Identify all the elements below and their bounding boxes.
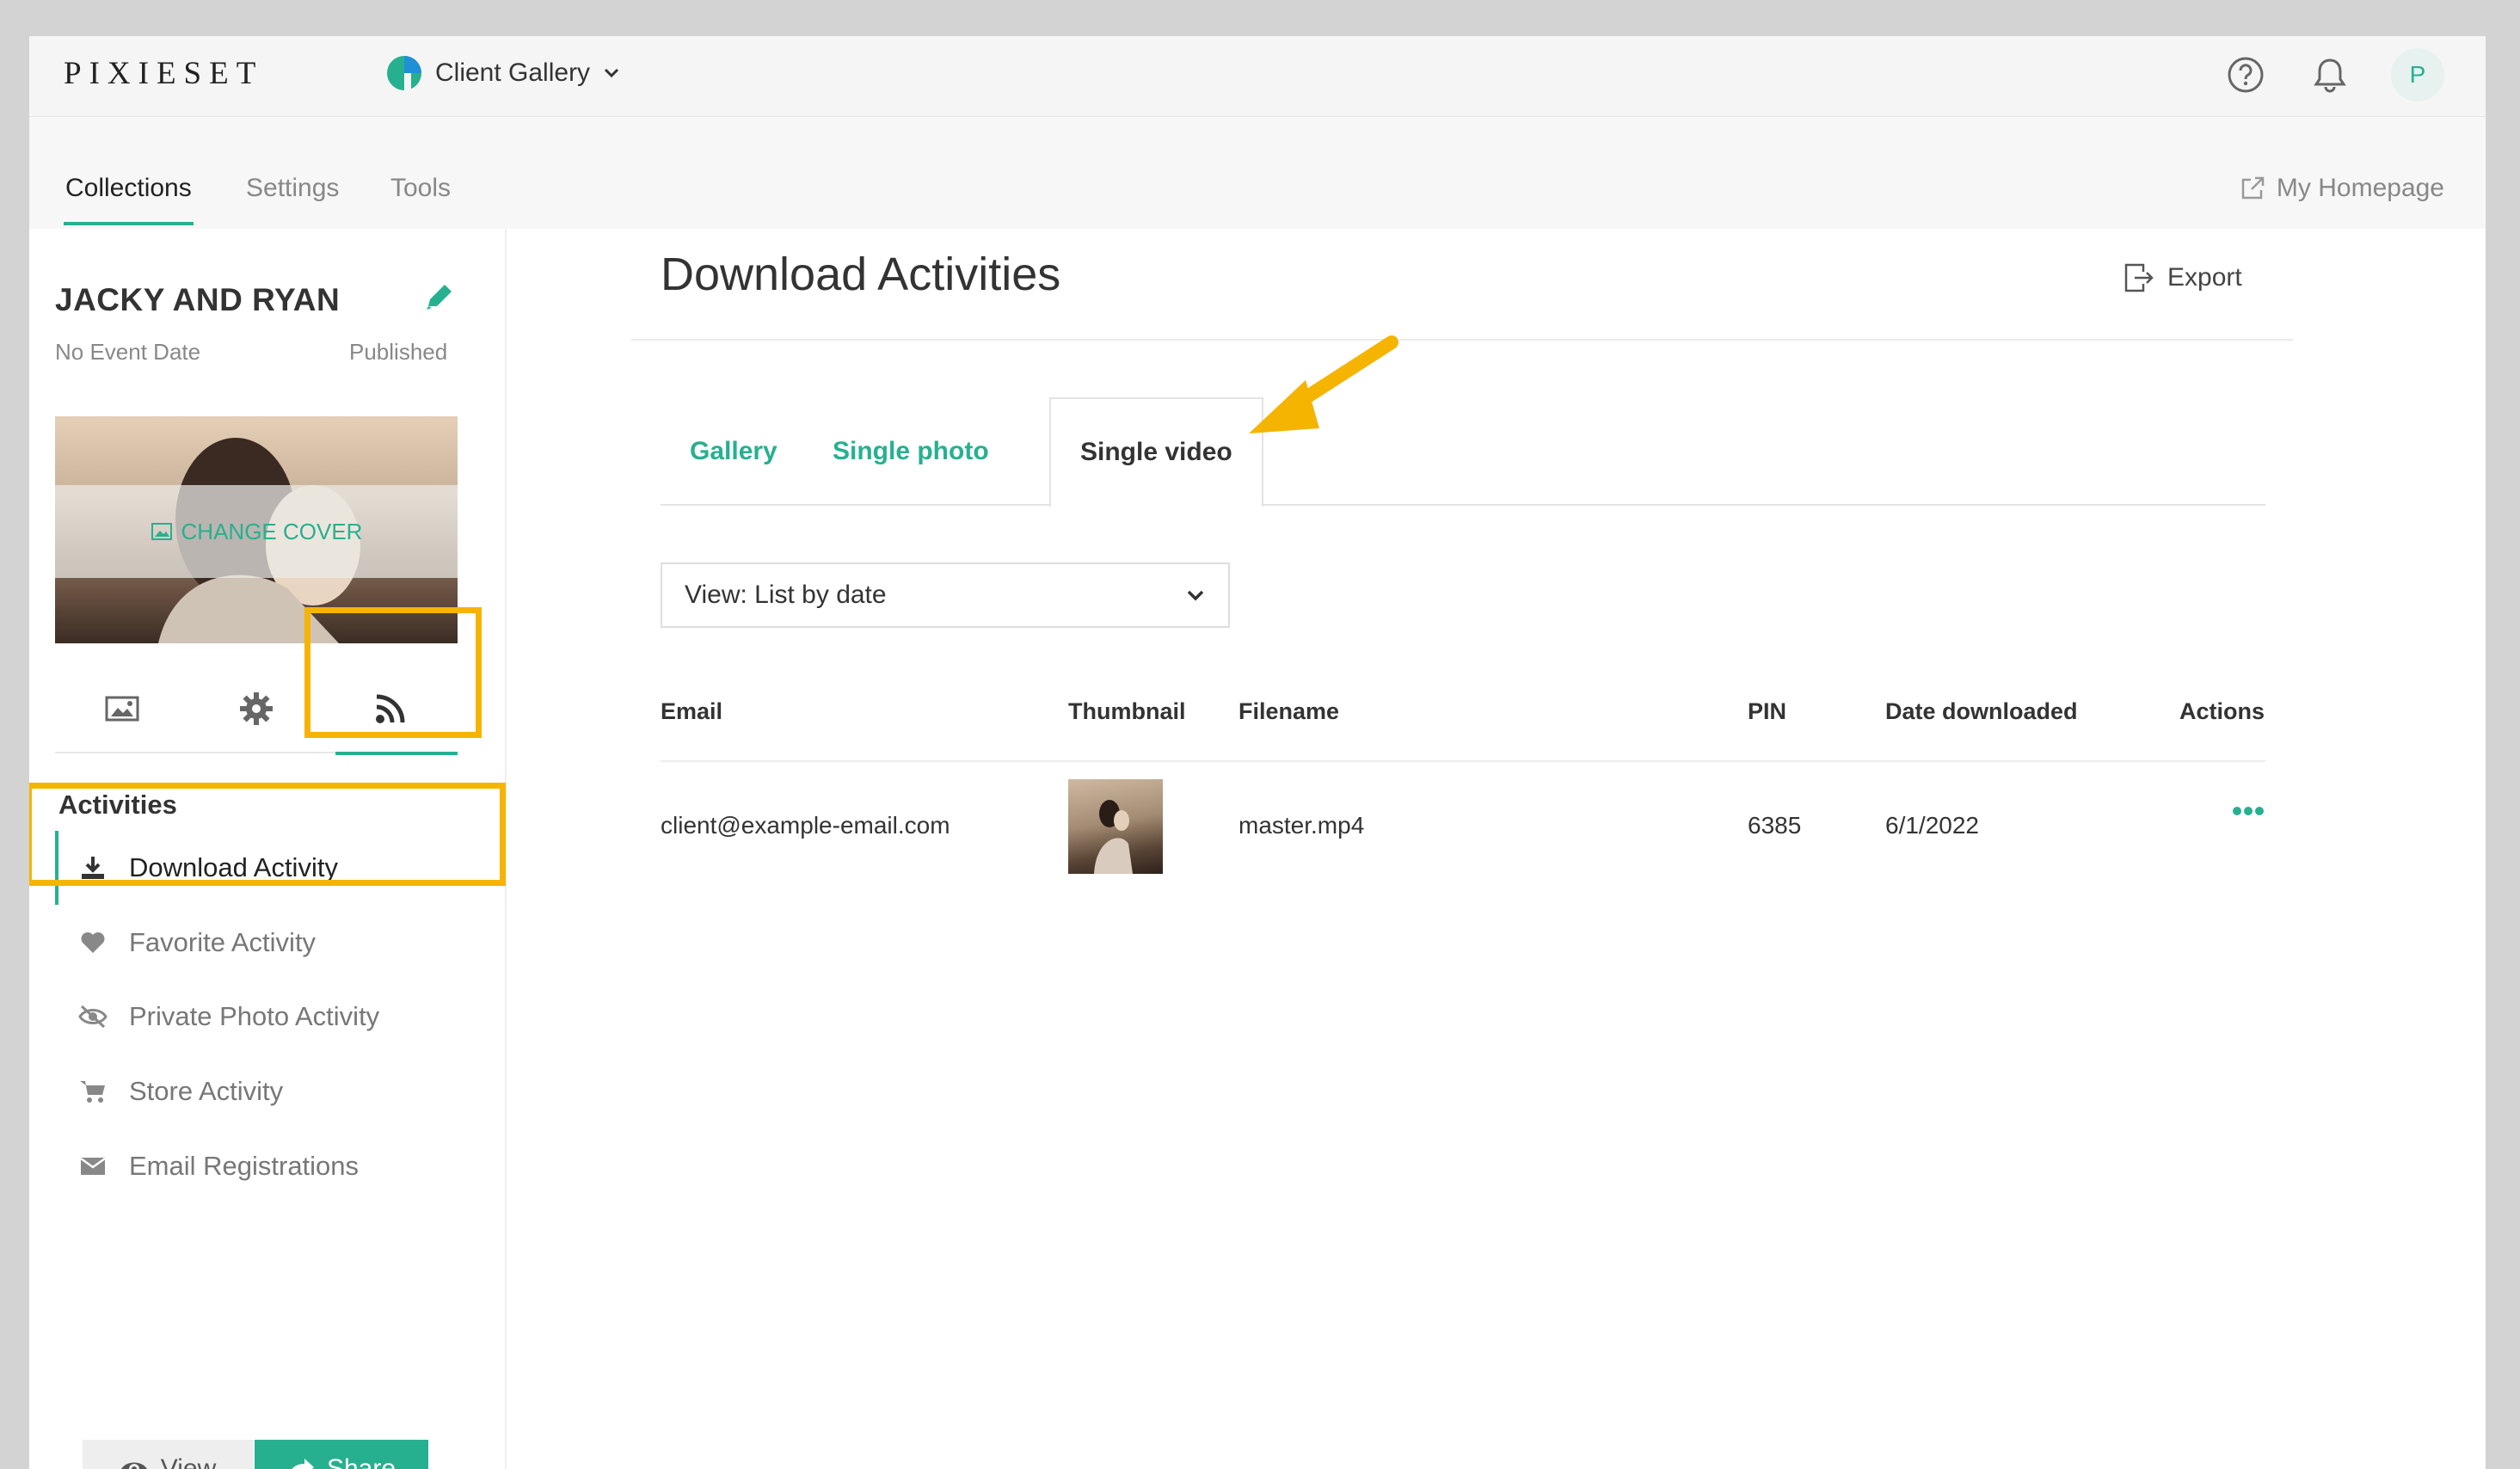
user-avatar[interactable]: P: [2391, 48, 2444, 101]
sidebar-item-label: Email Registrations: [129, 1151, 360, 1181]
top-icons: P: [2222, 48, 2444, 101]
sidebar-item-label: Download Activity: [129, 852, 338, 882]
my-homepage-label: My Homepage: [2276, 174, 2444, 202]
help-button[interactable]: [2222, 52, 2269, 98]
main-nav: Collections Settings Tools My Homepage: [29, 117, 2486, 229]
sidebar-item-label: Private Photo Activity: [129, 1001, 380, 1031]
app-window: PIXIESET Client Gallery P Collections Se…: [29, 36, 2486, 1469]
pencil-icon: [427, 285, 452, 310]
tab-gallery[interactable]: Gallery: [690, 397, 778, 506]
tab-single-video[interactable]: Single video: [1049, 397, 1263, 507]
export-label: Export: [2167, 263, 2242, 292]
cart-icon: [77, 1079, 108, 1104]
view-select[interactable]: View: List by date: [661, 562, 1230, 628]
app-switcher[interactable]: Client Gallery: [385, 52, 621, 95]
help-icon: [2228, 57, 2264, 93]
eye-slash-icon: [77, 1005, 108, 1029]
tab-settings[interactable]: Settings: [246, 174, 339, 203]
col-header-date-downloaded: Date downloaded: [1885, 698, 2078, 724]
publish-status: Published: [349, 339, 448, 365]
col-header-thumbnail: Thumbnail: [1068, 698, 1186, 724]
change-cover-button[interactable]: CHANGE COVER: [55, 485, 458, 578]
sidebar-item-favorite-activity[interactable]: Favorite Activity: [55, 906, 502, 980]
rss-icon: [376, 694, 405, 723]
export-icon: [2124, 263, 2154, 292]
view-button[interactable]: View: [83, 1440, 253, 1469]
heart-icon: [77, 931, 108, 955]
export-button[interactable]: Export: [2123, 261, 2242, 294]
eye-icon: [120, 1462, 147, 1469]
sidebar-item-label: Favorite Activity: [129, 927, 317, 957]
row-email: client@example-email.com: [661, 812, 950, 839]
external-link-icon: [2241, 176, 2265, 200]
sidebar-tab-activities[interactable]: [323, 664, 458, 755]
more-dots-icon: [2233, 807, 2264, 815]
sidebar-item-store-activity[interactable]: Store Activity: [55, 1054, 502, 1128]
row-actions-button[interactable]: [2233, 805, 2264, 821]
table-header-divider: [661, 760, 2265, 762]
tab-tools[interactable]: Tools: [390, 174, 451, 203]
share-button-label: Share: [326, 1454, 396, 1469]
tab-single-photo[interactable]: Single photo: [833, 397, 989, 506]
collection-title: JACKY AND RYAN: [55, 282, 341, 317]
collection-sidebar: JACKY AND RYAN No Event Date Published C…: [29, 229, 507, 1469]
notifications-button[interactable]: [2307, 52, 2353, 98]
my-homepage-link[interactable]: My Homepage: [2239, 174, 2444, 203]
sidebar-tab-settings[interactable]: [189, 664, 323, 753]
app-switcher-label: Client Gallery: [435, 58, 591, 87]
chevron-down-icon: [605, 68, 619, 78]
tab-collections[interactable]: Collections: [64, 174, 194, 225]
edit-collection-button[interactable]: [421, 280, 456, 319]
top-bar: PIXIESET Client Gallery P: [29, 36, 2486, 117]
share-button[interactable]: Share: [255, 1440, 428, 1469]
col-header-filename: Filename: [1238, 698, 1340, 724]
event-date: No Event Date: [55, 339, 201, 365]
divider: [631, 339, 2293, 341]
row-thumbnail[interactable]: [1068, 779, 1163, 874]
page-title: Download Activities: [661, 249, 1061, 300]
row-date: 6/1/2022: [1885, 812, 1979, 839]
chevron-down-icon: [1187, 590, 1204, 601]
thumbnail-figure: [1094, 800, 1133, 874]
col-header-actions: Actions: [2179, 698, 2265, 724]
sidebar-tab-photos[interactable]: [55, 664, 189, 753]
view-select-value: View: List by date: [685, 581, 887, 609]
sidebar-item-download-activity[interactable]: Download Activity: [55, 831, 502, 905]
download-icon: [77, 855, 108, 881]
image-icon: [105, 696, 139, 722]
row-pin: 6385: [1748, 812, 1802, 839]
sidebar-item-email-registrations[interactable]: Email Registrations: [55, 1129, 502, 1203]
gear-icon: [240, 692, 273, 725]
pixieset-logo[interactable]: PIXIESET: [64, 55, 263, 92]
image-icon: [151, 523, 172, 540]
view-button-label: View: [160, 1454, 217, 1469]
row-filename: master.mp4: [1238, 812, 1365, 839]
sidebar-item-label: Store Activity: [129, 1076, 284, 1106]
download-type-tabs: Gallery Single photo Single video: [661, 397, 2265, 507]
sidebar-tabs: [55, 664, 458, 755]
envelope-icon: [77, 1156, 108, 1177]
col-header-email: Email: [661, 698, 723, 724]
bell-icon: [2314, 58, 2346, 93]
sidebar-item-private-photo-activity[interactable]: Private Photo Activity: [55, 980, 502, 1054]
activities-heading: Activities: [58, 790, 177, 820]
col-header-pin: PIN: [1748, 698, 1787, 724]
change-cover-label: CHANGE COVER: [181, 518, 363, 544]
cover-image: CHANGE COVER: [55, 416, 458, 643]
share-arrow-icon: [292, 1459, 314, 1469]
client-gallery-app-icon: [387, 56, 421, 90]
